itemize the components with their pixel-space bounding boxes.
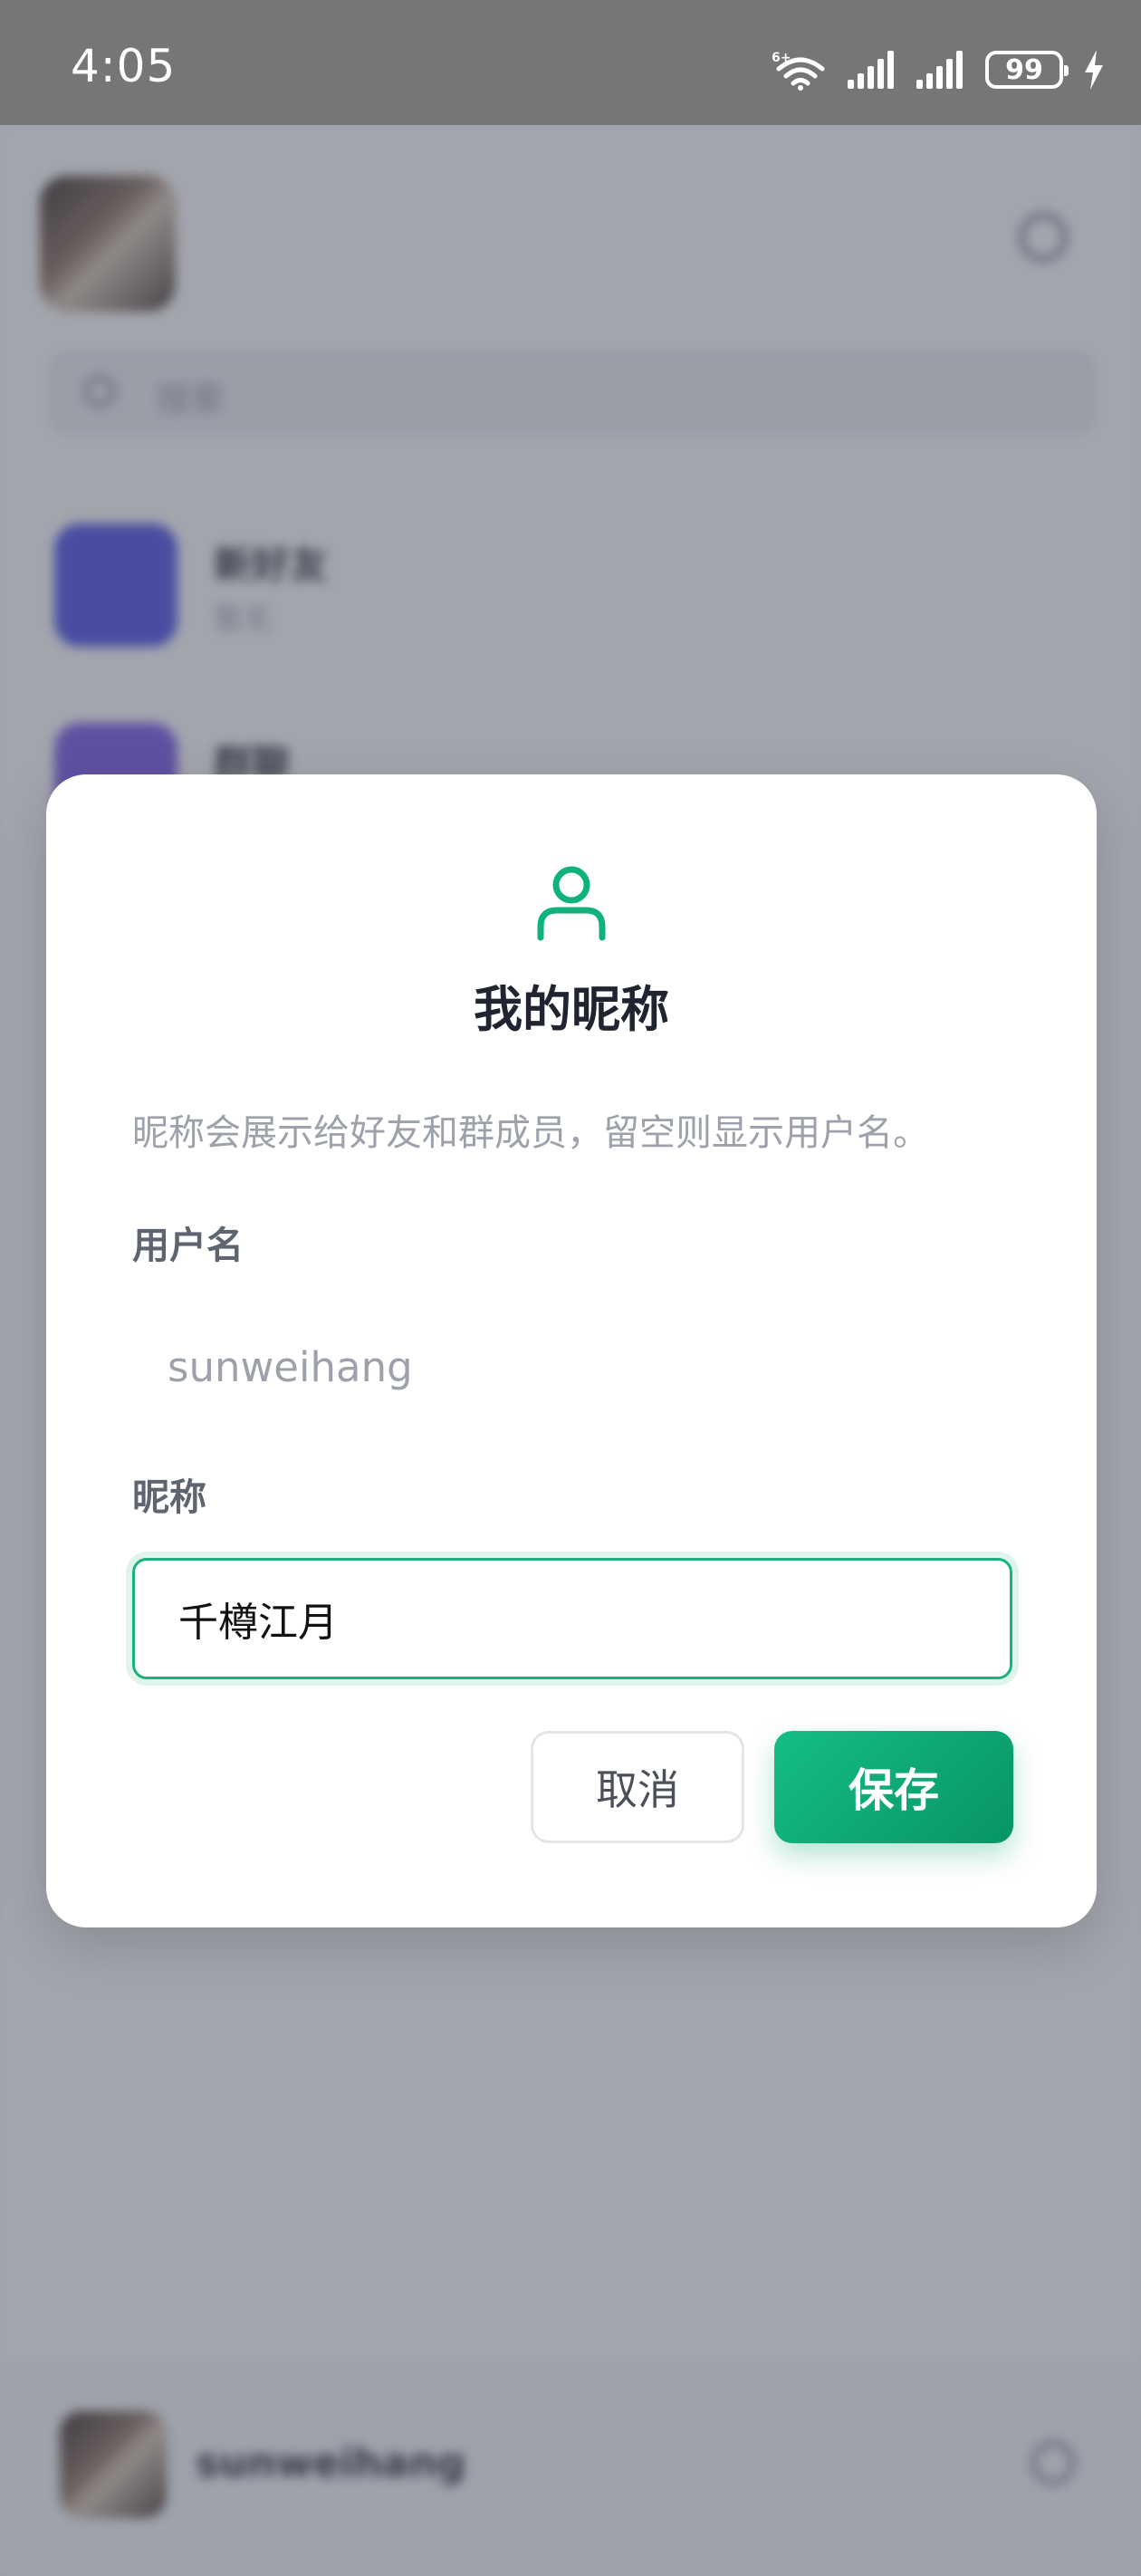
nickname-dialog: 我的昵称 昵称会展示给好友和群成员，留空则显示用户名。 用户名 sunweiha… <box>46 774 1097 1927</box>
status-time: 4:05 <box>71 40 177 92</box>
status-bar: 4:05 6+ 99 <box>0 0 1141 125</box>
save-button[interactable]: 保存 <box>774 1731 1013 1843</box>
nickname-input[interactable] <box>132 1558 1012 1679</box>
nickname-label: 昵称 <box>132 1475 206 1519</box>
dialog-title: 我的昵称 <box>474 981 669 1038</box>
cancel-button[interactable]: 取消 <box>531 1731 744 1843</box>
user-icon <box>535 865 608 941</box>
signal-icon-sim1 <box>848 51 896 89</box>
status-icons: 6+ 99 <box>772 47 1105 92</box>
username-value: sunweihang <box>168 1343 413 1391</box>
wifi-icon: 6+ <box>772 49 828 91</box>
dialog-description: 昵称会展示给好友和群成员，留空则显示用户名。 <box>132 1112 929 1154</box>
battery-icon: 99 <box>985 51 1069 89</box>
signal-icon-sim2 <box>916 51 965 89</box>
username-label: 用户名 <box>132 1224 244 1267</box>
charging-icon <box>1083 50 1105 90</box>
